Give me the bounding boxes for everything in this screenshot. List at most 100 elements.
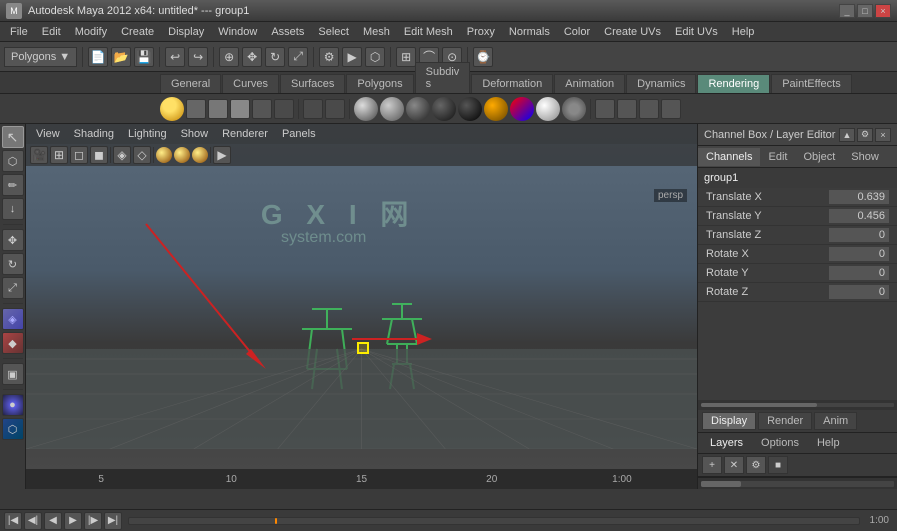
bt-prev-key-icon[interactable]: ◀| — [24, 512, 42, 530]
shelf-mat-dark2-icon[interactable] — [432, 97, 456, 121]
bt-play-back-icon[interactable]: ◀ — [44, 512, 62, 530]
paint-select-icon[interactable]: ✏ — [2, 174, 24, 196]
move-gizmo[interactable] — [357, 342, 369, 354]
menu-color[interactable]: Color — [558, 24, 596, 40]
tab-subdivs[interactable]: Subdiv s — [415, 62, 471, 93]
show-manip-icon[interactable]: ◆ — [2, 332, 24, 354]
ch-tab-object[interactable]: Object — [795, 148, 843, 166]
layer-color-icon[interactable]: ■ — [768, 456, 788, 474]
tab-animation[interactable]: Animation — [554, 74, 625, 93]
undo-icon[interactable]: ↩ — [165, 47, 185, 67]
vp-view-menu[interactable]: View — [30, 126, 66, 142]
menu-display[interactable]: Display — [162, 24, 210, 40]
menu-modify[interactable]: Modify — [69, 24, 113, 40]
shelf-sun-icon[interactable] — [160, 97, 184, 121]
vp-renderer-menu[interactable]: Renderer — [216, 126, 274, 142]
render-icon[interactable]: ▶ — [342, 47, 362, 67]
close-button[interactable]: × — [875, 4, 891, 18]
new-scene-icon[interactable]: 📄 — [88, 47, 108, 67]
shelf-mat-dkgray-icon[interactable] — [562, 97, 586, 121]
scale-icon[interactable]: ⤢ — [288, 47, 308, 67]
tab-polygons[interactable]: Polygons — [346, 74, 413, 93]
layer-options-icon[interactable]: ⚙ — [746, 456, 766, 474]
history-icon[interactable]: ⌚ — [473, 47, 493, 67]
rotate-tool-icon[interactable]: ↻ — [2, 253, 24, 275]
tab-dynamics[interactable]: Dynamics — [626, 74, 696, 93]
ch-scroll-up-icon[interactable]: ▲ — [839, 128, 855, 142]
menu-editmesh[interactable]: Edit Mesh — [398, 24, 459, 40]
shelf-mat-blk-icon[interactable] — [458, 97, 482, 121]
disp-tab-display[interactable]: Display — [702, 412, 756, 430]
snap-grid-icon[interactable]: ⊞ — [396, 47, 416, 67]
layer-scrollbar[interactable] — [698, 477, 897, 489]
rotate-icon[interactable]: ↻ — [265, 47, 285, 67]
particle-icon[interactable]: ● — [2, 394, 24, 416]
layer-tab-options[interactable]: Options — [753, 435, 807, 451]
layer-new-icon[interactable]: + — [702, 456, 722, 474]
scale-tool-icon[interactable]: ⤢ — [2, 277, 24, 299]
mode-dropdown[interactable]: Polygons ▼ — [4, 47, 77, 67]
timeline-track[interactable] — [128, 517, 860, 525]
layer-delete-icon[interactable]: ✕ — [724, 456, 744, 474]
bt-play-fwd-icon[interactable]: ▶ — [64, 512, 82, 530]
vp-lighting-menu[interactable]: Lighting — [122, 126, 173, 142]
viewport[interactable]: View Shading Lighting Show Renderer Pane… — [26, 124, 697, 489]
minimize-button[interactable]: _ — [839, 4, 855, 18]
shelf-mat-default-icon[interactable] — [354, 97, 378, 121]
vp-shading-menu[interactable]: Shading — [68, 126, 120, 142]
shelf-mat-gold-icon[interactable] — [484, 97, 508, 121]
ch-value-tz[interactable]: 0 — [829, 228, 889, 242]
cube-icon[interactable]: ▣ — [2, 363, 24, 385]
shelf-extra1-icon[interactable] — [595, 99, 615, 119]
menu-normals[interactable]: Normals — [503, 24, 556, 40]
arrow-down-icon[interactable]: ↓ — [2, 198, 24, 220]
menu-createuvs[interactable]: Create UVs — [598, 24, 667, 40]
save-icon[interactable]: 💾 — [134, 47, 154, 67]
select-icon[interactable]: ⊕ — [219, 47, 239, 67]
shelf-mat-rb-icon[interactable] — [510, 97, 534, 121]
layer-tab-layers[interactable]: Layers — [702, 435, 751, 451]
menu-file[interactable]: File — [4, 24, 34, 40]
ch-close-icon[interactable]: × — [875, 128, 891, 142]
ch-value-ty[interactable]: 0.456 — [829, 209, 889, 223]
shelf-extra4-icon[interactable] — [661, 99, 681, 119]
redo-icon[interactable]: ↪ — [188, 47, 208, 67]
shelf-mat-dark-icon[interactable] — [406, 97, 430, 121]
shelf-mat-gray-icon[interactable] — [380, 97, 404, 121]
menu-create[interactable]: Create — [115, 24, 160, 40]
channel-scrollthumb[interactable] — [701, 403, 817, 407]
tab-general[interactable]: General — [160, 74, 221, 93]
disp-tab-anim[interactable]: Anim — [814, 412, 857, 430]
ch-tab-show[interactable]: Show — [843, 148, 887, 166]
move-tool-icon[interactable]: ✥ — [2, 229, 24, 251]
ch-value-rx[interactable]: 0 — [829, 247, 889, 261]
tab-deformation[interactable]: Deformation — [471, 74, 553, 93]
tab-painteffects[interactable]: PaintEffects — [771, 74, 852, 93]
open-icon[interactable]: 📂 — [111, 47, 131, 67]
disp-tab-render[interactable]: Render — [758, 412, 812, 430]
tab-rendering[interactable]: Rendering — [697, 74, 770, 93]
ch-tab-channels[interactable]: Channels — [698, 148, 760, 166]
lasso-icon[interactable]: ⬡ — [2, 150, 24, 172]
ch-value-rz[interactable]: 0 — [829, 285, 889, 299]
ch-value-tx[interactable]: 0.639 — [829, 190, 889, 204]
layer-tab-help[interactable]: Help — [809, 435, 848, 451]
shelf-render2-icon[interactable] — [325, 99, 345, 119]
shelf-extra3-icon[interactable] — [639, 99, 659, 119]
ch-tab-edit[interactable]: Edit — [760, 148, 795, 166]
render-settings-icon[interactable]: ⚙ — [319, 47, 339, 67]
shelf-mat-white-icon[interactable] — [536, 97, 560, 121]
channel-scrollbar[interactable] — [698, 400, 897, 410]
menu-edit[interactable]: Edit — [36, 24, 67, 40]
menu-proxy[interactable]: Proxy — [461, 24, 501, 40]
menu-window[interactable]: Window — [212, 24, 263, 40]
ipr-icon[interactable]: ⬡ — [365, 47, 385, 67]
menu-edituvs[interactable]: Edit UVs — [669, 24, 724, 40]
shelf-light3-icon[interactable] — [230, 99, 250, 119]
menu-help[interactable]: Help — [726, 24, 761, 40]
menu-select[interactable]: Select — [312, 24, 355, 40]
bt-next-key-icon[interactable]: |▶ — [84, 512, 102, 530]
shelf-light1-icon[interactable] — [186, 99, 206, 119]
soft-select-icon[interactable]: ◈ — [2, 308, 24, 330]
ch-settings-icon[interactable]: ⚙ — [857, 128, 873, 142]
